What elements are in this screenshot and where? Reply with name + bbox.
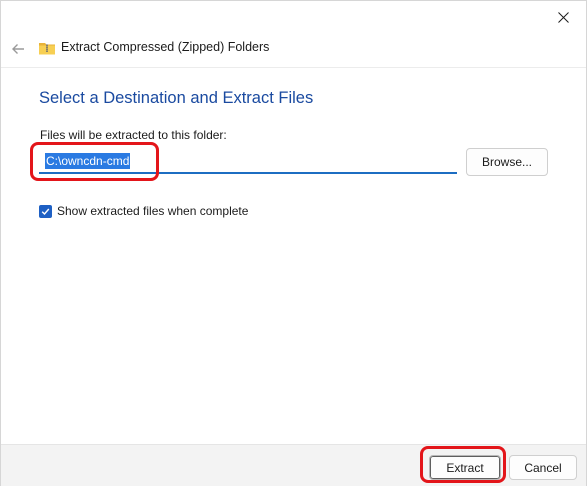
browse-button[interactable]: Browse...: [466, 148, 548, 176]
extract-dialog: Extract Compressed (Zipped) Folders Sele…: [0, 0, 587, 486]
back-arrow-icon: [12, 44, 24, 54]
destination-path-input[interactable]: C:\owncdn-cmd: [39, 150, 457, 174]
dialog-content: Select a Destination and Extract Files F…: [1, 68, 586, 444]
close-icon: [557, 11, 569, 23]
cancel-button[interactable]: Cancel: [509, 455, 577, 480]
show-files-checkbox[interactable]: [39, 204, 52, 218]
close-button[interactable]: [546, 3, 580, 31]
show-files-label: Show extracted files when complete: [57, 204, 249, 218]
back-button[interactable]: [7, 38, 29, 60]
destination-path-value: C:\owncdn-cmd: [45, 153, 131, 169]
checkmark-icon: [41, 208, 50, 215]
page-title: Select a Destination and Extract Files: [39, 89, 314, 107]
zip-folder-icon: [39, 43, 55, 55]
show-files-option[interactable]: Show extracted files when complete: [39, 203, 248, 219]
dialog-title: Extract Compressed (Zipped) Folders: [61, 40, 270, 54]
dialog-footer: Extract Cancel: [1, 444, 586, 486]
extract-button[interactable]: Extract: [429, 455, 501, 480]
wizard-header: Extract Compressed (Zipped) Folders: [1, 33, 586, 67]
destination-label: Files will be extracted to this folder:: [40, 128, 227, 142]
